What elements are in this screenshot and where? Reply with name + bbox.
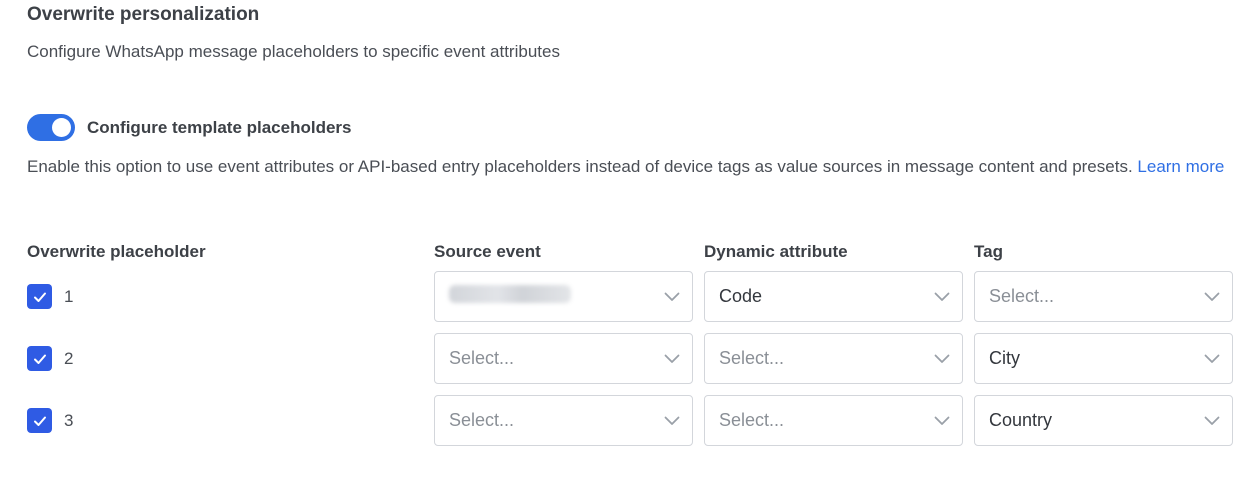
tag-select-2[interactable]: City	[974, 333, 1233, 384]
chevron-down-icon	[1192, 292, 1232, 302]
select-placeholder: Select...	[989, 286, 1055, 306]
section-subtitle: Configure WhatsApp message placeholders …	[27, 42, 560, 61]
select-value	[449, 285, 652, 308]
source-event-select-1[interactable]	[434, 271, 693, 322]
chevron-down-icon	[1192, 354, 1232, 364]
placeholder-checkbox-2[interactable]	[27, 346, 52, 371]
chevron-down-icon	[922, 416, 962, 426]
chevron-down-icon	[922, 292, 962, 302]
section-title: Overwrite personalization	[27, 4, 260, 25]
source-event-select-2[interactable]: Select...	[434, 333, 693, 384]
placeholder-checkbox-3[interactable]	[27, 408, 52, 433]
placeholder-number: 1	[64, 286, 74, 306]
select-placeholder: Select...	[449, 410, 515, 430]
chevron-down-icon	[652, 292, 692, 302]
select-placeholder: Select...	[719, 348, 785, 368]
placeholder-row-1: 1	[27, 284, 73, 309]
description: Enable this option to use event attribut…	[27, 153, 1227, 180]
column-header-tag: Tag	[974, 242, 1003, 261]
select-placeholder: Select...	[719, 410, 785, 430]
placeholder-number: 2	[64, 348, 74, 368]
template-placeholders-toggle[interactable]	[27, 114, 75, 141]
tag-select-3[interactable]: Country	[974, 395, 1233, 446]
dynamic-attribute-select-1[interactable]: Code	[704, 271, 963, 322]
select-value: Country	[989, 410, 1053, 430]
select-placeholder: Select...	[449, 348, 515, 368]
checkmark-icon	[33, 416, 46, 426]
dynamic-attribute-select-2[interactable]: Select...	[704, 333, 963, 384]
chevron-down-icon	[652, 354, 692, 364]
select-value: Code	[719, 286, 763, 306]
toggle-knob	[52, 118, 71, 137]
checkmark-icon	[33, 292, 46, 302]
placeholder-row-3: 3	[27, 408, 73, 433]
redacted-value	[449, 285, 571, 303]
column-header-placeholder: Overwrite placeholder	[27, 242, 206, 261]
learn-more-link[interactable]: Learn more	[1137, 157, 1224, 176]
chevron-down-icon	[922, 354, 962, 364]
select-value: City	[989, 348, 1020, 368]
column-header-dynamic-attribute: Dynamic attribute	[704, 242, 848, 261]
tag-select-1[interactable]: Select...	[974, 271, 1233, 322]
checkmark-icon	[33, 354, 46, 364]
chevron-down-icon	[1192, 416, 1232, 426]
description-text: Enable this option to use event attribut…	[27, 157, 1133, 176]
placeholder-row-2: 2	[27, 346, 73, 371]
placeholder-checkbox-1[interactable]	[27, 284, 52, 309]
toggle-row: Configure template placeholders	[27, 114, 352, 141]
column-header-source-event: Source event	[434, 242, 541, 261]
placeholder-number: 3	[64, 410, 74, 430]
dynamic-attribute-select-3[interactable]: Select...	[704, 395, 963, 446]
chevron-down-icon	[652, 416, 692, 426]
toggle-label: Configure template placeholders	[87, 117, 352, 137]
source-event-select-3[interactable]: Select...	[434, 395, 693, 446]
